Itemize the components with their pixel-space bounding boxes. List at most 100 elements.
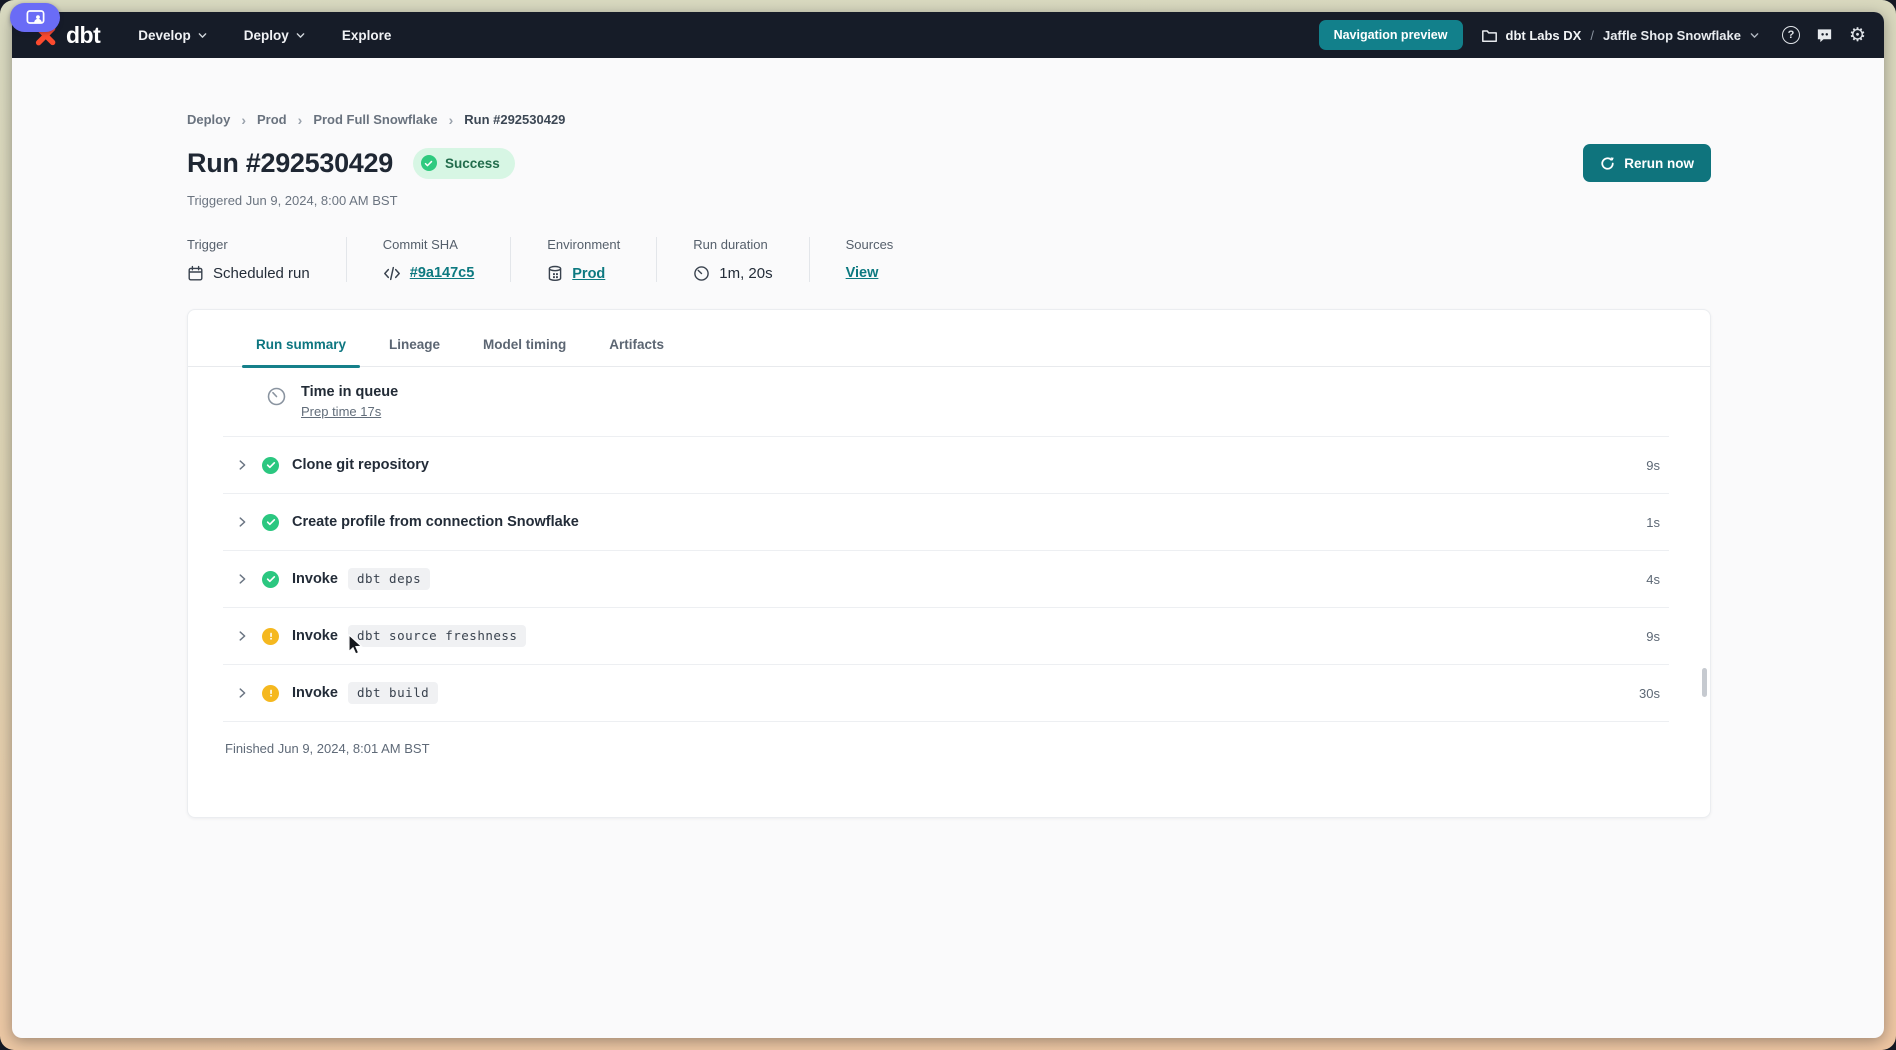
meta-commit-sha: Commit SHA #9a147c5 [347, 237, 511, 282]
nav-right-group: Navigation preview dbt Labs DX / Jaffle … [1319, 20, 1866, 50]
calendar-icon [187, 265, 204, 282]
triggered-timestamp: Triggered Jun 9, 2024, 8:00 AM BST [187, 193, 1711, 208]
meta-sources: Sources View [810, 237, 930, 282]
meta-environment: Environment [511, 237, 656, 282]
gear-icon[interactable]: ⚙ [1849, 26, 1866, 45]
code-icon [383, 266, 401, 281]
step-duration: 1s [1646, 515, 1660, 530]
chevron-down-icon [1749, 30, 1760, 41]
nav-menu-label: Develop [138, 28, 191, 43]
finished-timestamp: Finished Jun 9, 2024, 8:01 AM BST [188, 722, 1710, 756]
chevron-right-icon[interactable] [235, 629, 249, 643]
app-window: dbt Develop Deploy Explore Navigation pr… [12, 12, 1884, 1038]
scrollbar-thumb[interactable] [1702, 668, 1707, 697]
primary-nav: Develop Deploy Explore [138, 28, 391, 43]
project-name: Jaffle Shop Snowflake [1603, 28, 1741, 43]
step-duration: 30s [1639, 686, 1660, 701]
breadcrumb-item-run: Run #292530429 [464, 112, 565, 127]
status-badge: Success [413, 148, 515, 179]
breadcrumb-separator: › [298, 113, 303, 127]
step-row-dbt-build[interactable]: Invoke dbt build 30s [188, 665, 1710, 721]
nav-menu-explore[interactable]: Explore [342, 28, 392, 43]
step-duration: 4s [1646, 572, 1660, 587]
step-row-dbt-deps[interactable]: Invoke dbt deps 4s [188, 551, 1710, 607]
step-label: Clone git repository [292, 457, 429, 473]
step-duration: 9s [1646, 629, 1660, 644]
step-command: dbt source freshness [348, 625, 527, 647]
breadcrumb-item-deploy[interactable]: Deploy [187, 112, 230, 127]
meta-trigger: Trigger Scheduled run [187, 237, 346, 282]
success-icon [262, 457, 279, 474]
timer-icon [266, 386, 287, 407]
nav-menu-develop[interactable]: Develop [138, 28, 208, 43]
nav-menu-deploy[interactable]: Deploy [244, 28, 306, 43]
meta-label: Trigger [187, 237, 310, 252]
sources-view-link[interactable]: View [846, 265, 879, 281]
clock-icon [693, 265, 710, 282]
tab-lineage[interactable]: Lineage [375, 337, 454, 366]
tab-run-summary[interactable]: Run summary [242, 337, 360, 366]
chevron-down-icon [197, 30, 208, 41]
chevron-down-icon [295, 30, 306, 41]
top-nav: dbt Develop Deploy Explore Navigation pr… [12, 12, 1884, 58]
dbt-logo-text: dbt [66, 22, 100, 49]
tab-artifacts[interactable]: Artifacts [595, 337, 678, 366]
account-project-switcher[interactable]: dbt Labs DX / Jaffle Shop Snowflake [1481, 27, 1760, 44]
step-label: Invoke [292, 628, 338, 644]
breadcrumb-separator: › [449, 113, 454, 127]
run-summary-card: Run summary Lineage Model timing Artifac… [187, 309, 1711, 818]
prep-time-link[interactable]: Prep time 17s [301, 404, 381, 419]
nav-menu-label: Explore [342, 28, 392, 43]
screen-user-icon [25, 7, 46, 28]
nav-menu-label: Deploy [244, 28, 289, 43]
screen-share-badge[interactable] [10, 3, 60, 32]
nav-utility-icons: ? ⚙ [1782, 26, 1866, 45]
page-title: Run #292530429 [187, 148, 393, 179]
database-icon [547, 265, 563, 282]
breadcrumb-item-prod[interactable]: Prod [257, 112, 287, 127]
environment-link[interactable]: Prod [572, 266, 605, 282]
warning-icon [262, 685, 279, 702]
step-label: Invoke [292, 571, 338, 587]
chevron-right-icon[interactable] [235, 572, 249, 586]
status-label: Success [445, 156, 500, 171]
navigation-preview-button[interactable]: Navigation preview [1319, 20, 1463, 50]
step-row-create-profile[interactable]: Create profile from connection Snowflake… [188, 494, 1710, 550]
tab-model-timing[interactable]: Model timing [469, 337, 580, 366]
commit-sha-link[interactable]: #9a147c5 [410, 265, 475, 281]
refresh-icon [1600, 156, 1615, 171]
chevron-right-icon[interactable] [235, 515, 249, 529]
account-name: dbt Labs DX [1506, 28, 1582, 43]
tab-bar: Run summary Lineage Model timing Artifac… [188, 310, 1710, 367]
step-duration: 9s [1646, 458, 1660, 473]
rerun-now-button[interactable]: Rerun now [1583, 144, 1711, 182]
success-icon [262, 514, 279, 531]
meta-value: Scheduled run [213, 265, 310, 282]
queue-title: Time in queue [301, 384, 398, 400]
meta-label: Commit SHA [383, 237, 475, 252]
step-command: dbt build [348, 682, 438, 704]
step-row-clone-git[interactable]: Clone git repository 9s [188, 437, 1710, 493]
chevron-right-icon[interactable] [235, 458, 249, 472]
chevron-right-icon[interactable] [235, 686, 249, 700]
meta-label: Run duration [693, 237, 772, 252]
meta-label: Sources [846, 237, 894, 252]
breadcrumb: Deploy › Prod › Prod Full Snowflake › Ru… [187, 58, 1711, 127]
step-label: Invoke [292, 685, 338, 701]
breadcrumb-item-job[interactable]: Prod Full Snowflake [313, 112, 437, 127]
meta-run-duration: Run duration 1m, 20s [657, 237, 808, 282]
help-icon[interactable]: ? [1782, 26, 1800, 44]
page-header: Run #292530429 Success Rerun now [187, 144, 1711, 182]
account-separator: / [1589, 28, 1595, 43]
meta-value: 1m, 20s [719, 265, 772, 282]
run-meta-row: Trigger Scheduled run Commit SHA [187, 237, 1711, 282]
step-label: Create profile from connection Snowflake [292, 514, 579, 530]
feedback-icon[interactable] [1815, 26, 1834, 45]
step-row-dbt-source-freshness[interactable]: Invoke dbt source freshness 9s [188, 608, 1710, 664]
rerun-now-label: Rerun now [1624, 156, 1694, 171]
breadcrumb-separator: › [241, 113, 246, 127]
folder-icon [1481, 27, 1498, 44]
page-content: Deploy › Prod › Prod Full Snowflake › Ru… [12, 58, 1884, 1038]
meta-label: Environment [547, 237, 620, 252]
success-icon [262, 571, 279, 588]
